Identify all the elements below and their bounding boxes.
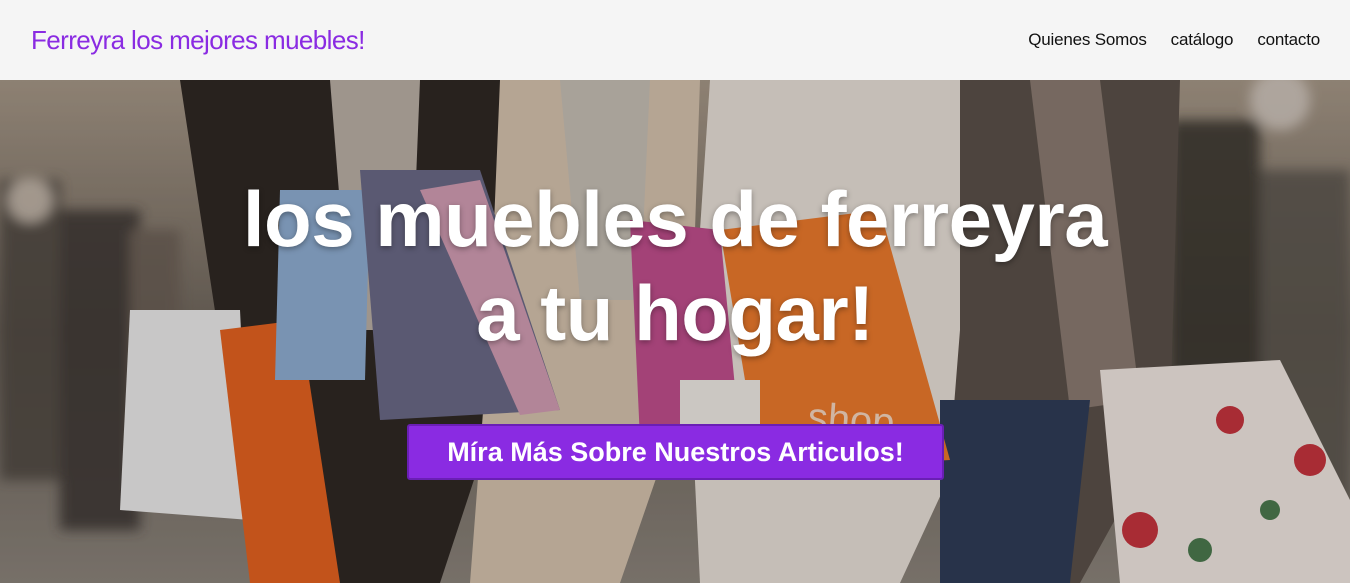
nav-link-quienes-somos[interactable]: Quienes Somos: [1028, 30, 1147, 50]
hero-title: los muebles de ferreyra a tu hogar!: [0, 172, 1350, 360]
brand-link[interactable]: Ferreyra los mejores muebles!: [31, 25, 365, 56]
navbar: Ferreyra los mejores muebles! Quienes So…: [0, 0, 1350, 80]
nav-link-contacto[interactable]: contacto: [1257, 30, 1320, 50]
hero-title-line-2: a tu hogar!: [476, 269, 874, 357]
cta-button[interactable]: Míra Más Sobre Nuestros Articulos!: [407, 424, 944, 480]
nav-link-catalogo[interactable]: catálogo: [1171, 30, 1234, 50]
hero-section: shop los muebles de ferreyra a tu hogar!…: [0, 80, 1350, 583]
nav-links: Quienes Somos catálogo contacto: [1028, 30, 1320, 50]
hero-title-line-1: los muebles de ferreyra: [242, 175, 1108, 263]
